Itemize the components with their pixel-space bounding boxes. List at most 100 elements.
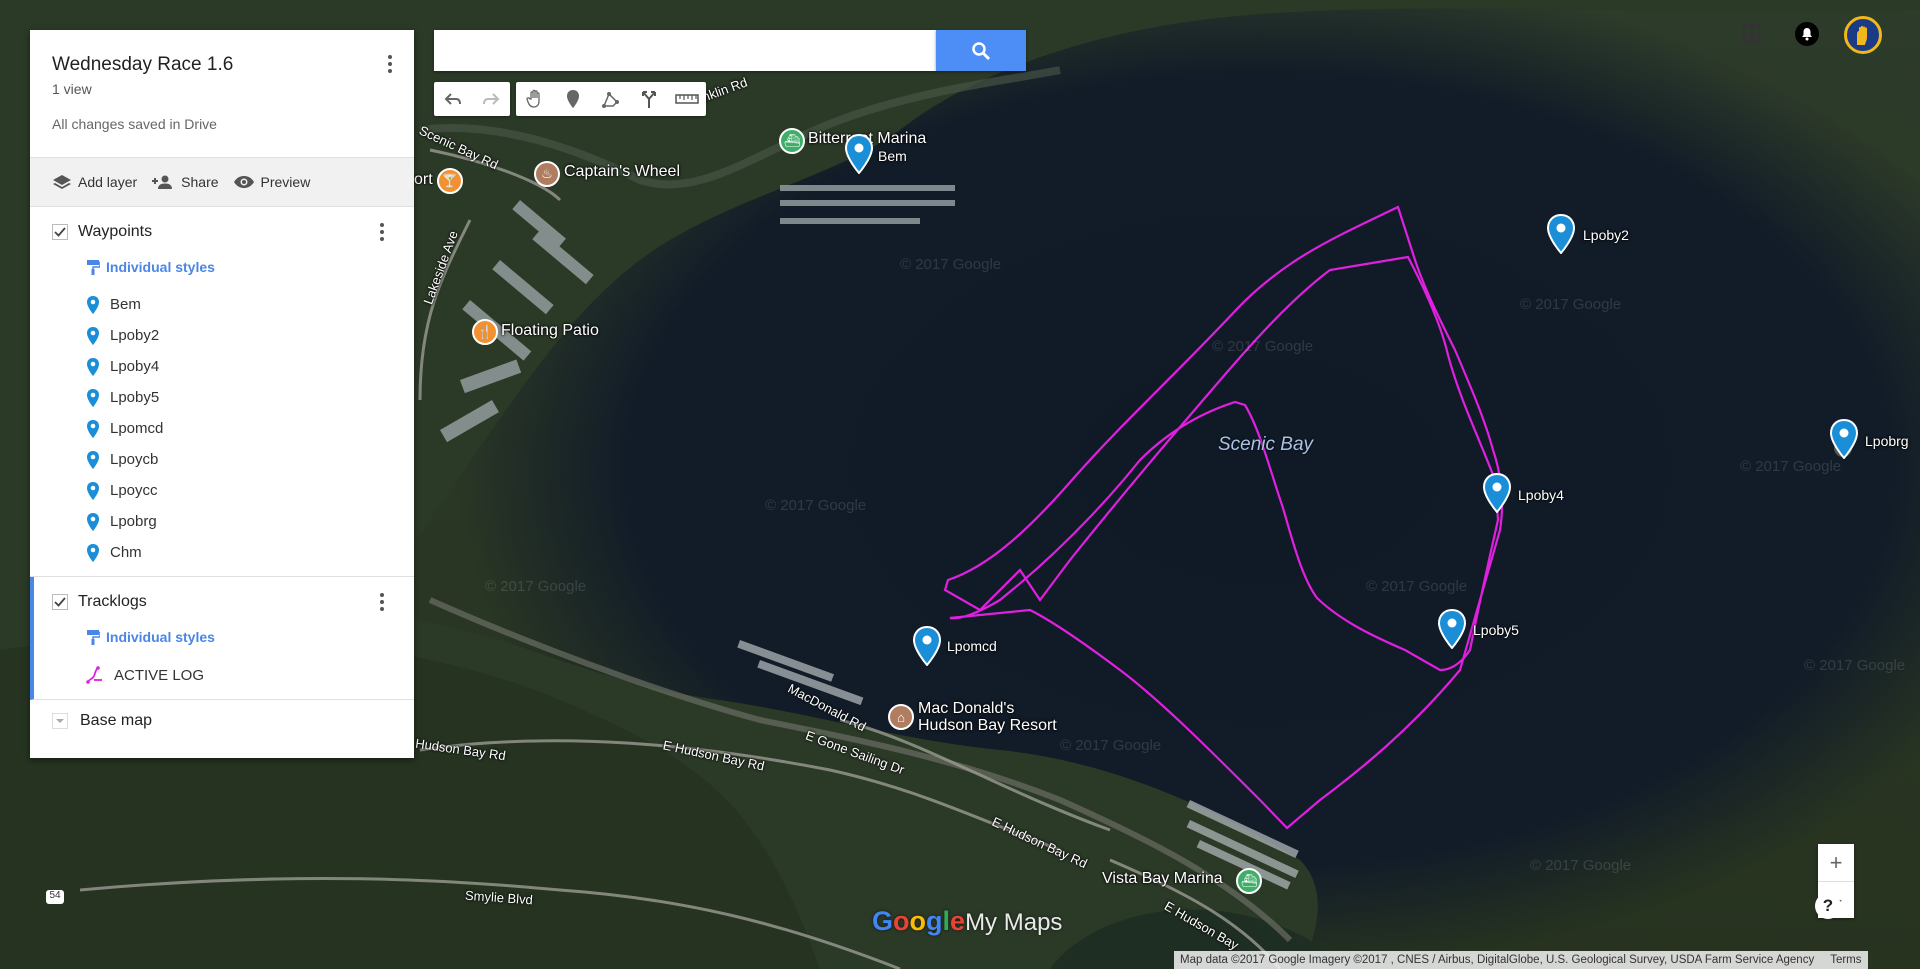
- waypoint-label: Lpoby2: [110, 327, 160, 344]
- add-layer-button[interactable]: Add layer: [52, 174, 137, 190]
- add-person-icon: [152, 175, 173, 189]
- layer-options-menu-icon[interactable]: [372, 590, 392, 614]
- waypoint-item[interactable]: Bem: [30, 289, 414, 320]
- tracklog-label: ACTIVE LOG: [114, 666, 205, 684]
- bar-icon[interactable]: 🍸: [437, 168, 463, 194]
- map-title[interactable]: Wednesday Race 1.6: [52, 54, 233, 76]
- place-label[interactable]: Captain's Wheel: [564, 163, 680, 181]
- place-label[interactable]: Hudson Bay Resort: [918, 717, 1057, 735]
- waypoint-item[interactable]: Chm: [30, 537, 414, 568]
- marina-icon[interactable]: ⛴: [779, 128, 805, 154]
- map-toolbar: [434, 82, 706, 116]
- watermark: © 2017 Google: [765, 497, 867, 514]
- line-style-icon: [86, 666, 102, 684]
- preview-button[interactable]: Preview: [233, 174, 311, 190]
- layer-visibility-checkbox[interactable]: [52, 594, 68, 610]
- waypoint-item[interactable]: Lpoby4: [30, 351, 414, 382]
- ruler-icon: [675, 94, 699, 104]
- waypoint-pin-icon[interactable]: [1829, 419, 1859, 459]
- pin-label: Bem: [878, 148, 907, 164]
- waypoint-item[interactable]: Lpoycc: [30, 475, 414, 506]
- terms-link[interactable]: Terms: [1830, 954, 1861, 966]
- waypoint-item[interactable]: Lpoby2: [30, 320, 414, 351]
- route-shield: 54: [46, 890, 64, 904]
- watermark: © 2017 Google: [1740, 458, 1842, 475]
- layer-options-menu-icon[interactable]: [372, 220, 392, 244]
- search-button[interactable]: [936, 30, 1026, 71]
- waypoint-item[interactable]: Lpobrg: [30, 506, 414, 537]
- share-button[interactable]: Share: [151, 174, 219, 190]
- base-map-row[interactable]: Base map: [30, 700, 414, 742]
- waypoint-item[interactable]: Lpoycb: [30, 444, 414, 475]
- hand-icon: [526, 89, 540, 108]
- view-count: 1 view: [52, 81, 92, 97]
- account-avatar[interactable]: [1844, 16, 1882, 54]
- waypoint-label: Lpomcd: [110, 420, 164, 437]
- directions-icon: [642, 91, 656, 108]
- help-button[interactable]: ?: [1815, 893, 1841, 919]
- waypoint-pin-icon[interactable]: [1482, 473, 1512, 513]
- redo-button[interactable]: [472, 82, 510, 116]
- resort-icon[interactable]: ⌂: [888, 704, 914, 730]
- restaurant-icon[interactable]: ♨: [534, 161, 560, 187]
- waypoint-item[interactable]: Lpoby5: [30, 382, 414, 413]
- waypoint-pin-icon[interactable]: [1437, 609, 1467, 649]
- waypoint-marker-icon: [87, 512, 99, 531]
- waypoint-pin-icon[interactable]: [912, 626, 942, 666]
- place-label[interactable]: Vista Bay Marina: [1102, 870, 1223, 888]
- select-items-button[interactable]: [516, 82, 554, 116]
- measure-button[interactable]: [668, 82, 706, 116]
- waypoint-label: Lpoycc: [110, 482, 158, 499]
- pin-label: Lpoby2: [1583, 227, 1629, 243]
- chevron-down-icon: [52, 713, 68, 729]
- add-marker-button[interactable]: [554, 82, 592, 116]
- watermark: © 2017 Google: [485, 578, 587, 595]
- layer-styles-label: Individual styles: [106, 629, 215, 645]
- layer-styles-link[interactable]: Individual styles: [30, 257, 414, 277]
- layer-title[interactable]: Tracklogs: [78, 593, 147, 611]
- scenic-bay-label: Scenic Bay: [1218, 434, 1314, 455]
- undo-button[interactable]: [434, 82, 472, 116]
- waypoint-label: Lpoby5: [110, 389, 160, 406]
- marker-icon: [567, 90, 579, 108]
- watermark: © 2017 Google: [1366, 578, 1468, 595]
- waypoint-pin-icon[interactable]: [844, 134, 874, 174]
- waypoint-label: Lpoycb: [110, 451, 159, 468]
- map-options-menu-icon[interactable]: [380, 52, 400, 76]
- restaurant-icon[interactable]: 🍴: [472, 319, 498, 345]
- preview-label: Preview: [260, 174, 311, 190]
- add-layer-label: Add layer: [78, 174, 138, 190]
- waypoint-marker-icon: [87, 419, 99, 438]
- save-status: All changes saved in Drive: [52, 116, 217, 132]
- layer-styles-link[interactable]: Individual styles: [34, 627, 414, 647]
- waypoint-marker-icon: [87, 326, 99, 345]
- waypoint-label: Lpobrg: [110, 513, 157, 530]
- map-attribution: Map data ©2017 Google Imagery ©2017 , CN…: [1174, 951, 1868, 969]
- waypoint-marker-icon: [87, 357, 99, 376]
- apps-grid-icon[interactable]: [1742, 24, 1762, 44]
- tracklog-item[interactable]: ACTIVE LOG: [34, 657, 414, 693]
- place-label[interactable]: Mac Donald's: [918, 700, 1014, 718]
- search-input[interactable]: [434, 30, 936, 71]
- waypoint-pin-icon[interactable]: [1546, 214, 1576, 254]
- layer-tracklogs: Tracklogs Individual styles ACTIVE LOG: [30, 577, 414, 700]
- marina-icon[interactable]: ⛴: [1236, 868, 1262, 894]
- notifications-bell-icon[interactable]: [1795, 22, 1819, 46]
- place-label[interactable]: Floating Patio: [501, 322, 599, 340]
- paint-roller-icon: [87, 630, 100, 645]
- pin-label: Lpomcd: [947, 638, 997, 654]
- layer-title[interactable]: Waypoints: [78, 223, 152, 241]
- place-label[interactable]: ort: [414, 171, 433, 189]
- fist-icon: [1857, 25, 1867, 45]
- waypoint-item[interactable]: Lpomcd: [30, 413, 414, 444]
- draw-line-button[interactable]: [592, 82, 630, 116]
- waypoint-label: Chm: [110, 544, 142, 561]
- watermark: © 2017 Google: [1212, 338, 1314, 355]
- add-directions-button[interactable]: [630, 82, 668, 116]
- base-map-label: Base map: [80, 712, 153, 729]
- search-icon: [972, 41, 991, 60]
- zoom-in-button[interactable]: +: [1818, 844, 1854, 882]
- undo-icon: [444, 93, 461, 105]
- layer-visibility-checkbox[interactable]: [52, 224, 68, 240]
- watermark: © 2017 Google: [1060, 737, 1162, 754]
